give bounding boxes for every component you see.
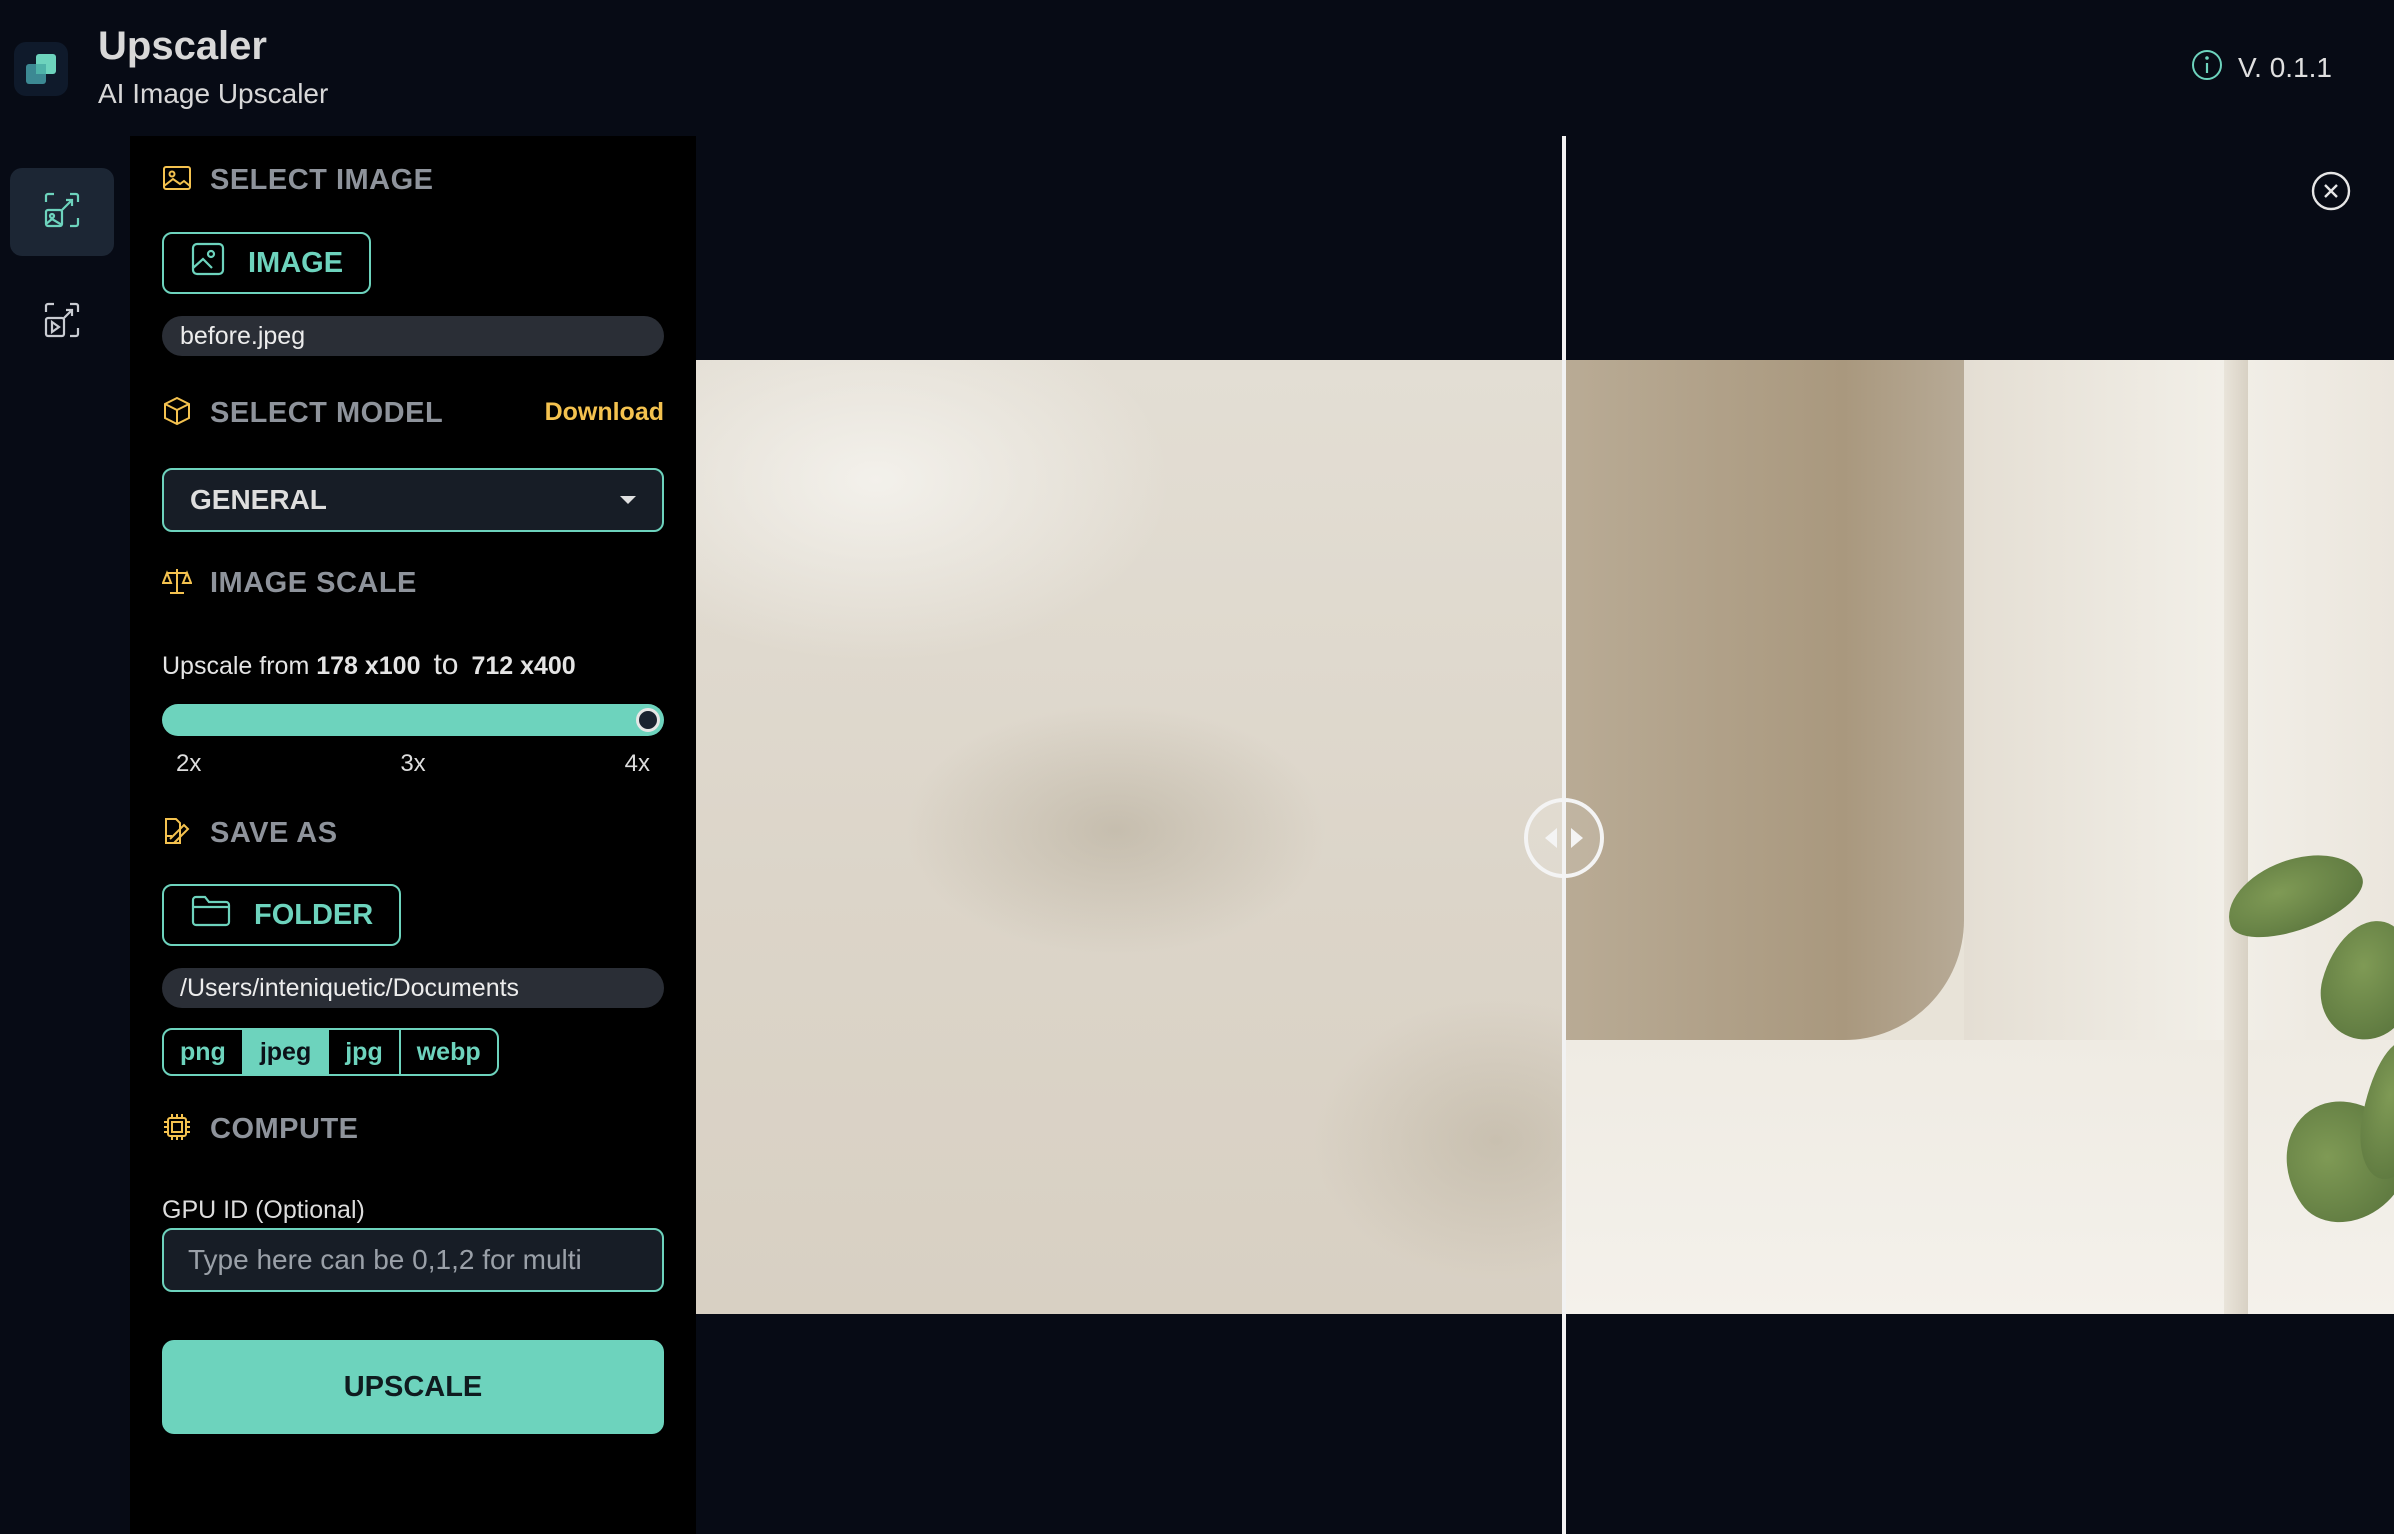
app-subtitle: AI Image Upscaler xyxy=(98,78,329,109)
format-option-webp[interactable]: webp xyxy=(401,1030,497,1074)
image-icon xyxy=(162,165,192,196)
scale-ticks: 2x 3x 4x xyxy=(162,750,664,778)
chip-icon xyxy=(162,1112,192,1147)
select-image-label: SELECT IMAGE xyxy=(210,164,434,196)
arrow-left-icon xyxy=(1545,828,1557,848)
save-icon xyxy=(162,816,192,851)
app-title: Upscaler xyxy=(98,24,267,68)
format-option-jpg[interactable]: jpg xyxy=(329,1030,401,1074)
version-info[interactable]: V. 0.1.1 xyxy=(2190,48,2332,87)
compute-heading: COMPUTE xyxy=(162,1112,359,1147)
scale-icon xyxy=(161,566,193,601)
left-rail xyxy=(0,136,130,1534)
cube-icon xyxy=(162,396,192,431)
before-image xyxy=(696,360,1564,1314)
video-upscale-icon xyxy=(42,300,82,345)
scale-to-word: to xyxy=(433,648,459,681)
select-image-button-label: IMAGE xyxy=(248,246,344,279)
settings-panel: SELECT IMAGE IMAGE before.jpeg SELECT MO… xyxy=(130,136,696,1534)
select-folder-button[interactable]: FOLDER xyxy=(162,884,402,946)
app-logo-icon xyxy=(14,42,68,96)
gpu-id-label: GPU ID (Optional) xyxy=(162,1196,365,1224)
scale-from-size: 178 x100 xyxy=(316,652,421,680)
save-as-heading: SAVE AS xyxy=(162,816,338,851)
upscale-button[interactable]: UPSCALE xyxy=(162,1340,664,1434)
selected-file-name: before.jpeg xyxy=(162,316,664,356)
scale-tick: 4x xyxy=(624,750,650,777)
after-image xyxy=(1564,360,2394,1314)
select-image-button[interactable]: IMAGE xyxy=(162,232,372,294)
select-image-heading: SELECT IMAGE xyxy=(162,164,434,197)
header: Upscaler AI Image Upscaler V. 0.1.1 xyxy=(0,0,2394,136)
format-option-png[interactable]: png xyxy=(164,1030,244,1074)
rail-item-video-upscale[interactable] xyxy=(10,278,114,366)
scale-slider[interactable] xyxy=(162,704,664,736)
compare-handle[interactable] xyxy=(1524,798,1604,878)
image-scale-heading: IMAGE SCALE xyxy=(161,566,417,601)
format-option-jpeg[interactable]: jpeg xyxy=(243,1030,330,1074)
image-scale-label: IMAGE SCALE xyxy=(210,567,417,599)
output-folder-path: /Users/inteniquetic/Documents xyxy=(162,968,664,1008)
close-icon[interactable] xyxy=(2310,170,2352,217)
image-upscale-icon xyxy=(42,190,82,235)
scale-prefix: Upscale from xyxy=(162,652,310,680)
gpu-id-input[interactable] xyxy=(162,1228,664,1292)
scale-tick: 3x xyxy=(400,750,426,777)
scale-description: Upscale from 178 x100 to 712 x400 xyxy=(162,648,576,682)
compute-label: COMPUTE xyxy=(210,1113,359,1145)
scale-tick: 2x xyxy=(176,750,202,777)
select-model-label: SELECT MODEL xyxy=(210,397,444,429)
scale-to-size: 712 x400 xyxy=(471,652,576,680)
rail-item-image-upscale[interactable] xyxy=(10,168,114,256)
version-label: V. 0.1.1 xyxy=(2238,51,2332,83)
app-window: Upscaler AI Image Upscaler V. 0.1.1 SELE… xyxy=(0,0,2394,1534)
image-file-icon xyxy=(190,241,226,285)
folder-icon xyxy=(190,894,232,936)
format-toggle-group: png jpeg jpg webp xyxy=(162,1028,499,1076)
scale-slider-thumb[interactable] xyxy=(636,708,660,732)
info-icon[interactable] xyxy=(2190,48,2224,87)
select-folder-button-label: FOLDER xyxy=(254,898,374,931)
select-model-heading: SELECT MODEL xyxy=(162,396,443,431)
model-select-value: GENERAL xyxy=(190,484,327,515)
model-select[interactable]: GENERAL xyxy=(162,468,664,532)
image-compare-viewer xyxy=(696,136,2394,1534)
save-as-label: SAVE AS xyxy=(210,817,338,849)
arrow-right-icon xyxy=(1571,828,1583,848)
caret-down-icon xyxy=(620,496,636,504)
download-models-link[interactable]: Download xyxy=(545,398,664,427)
